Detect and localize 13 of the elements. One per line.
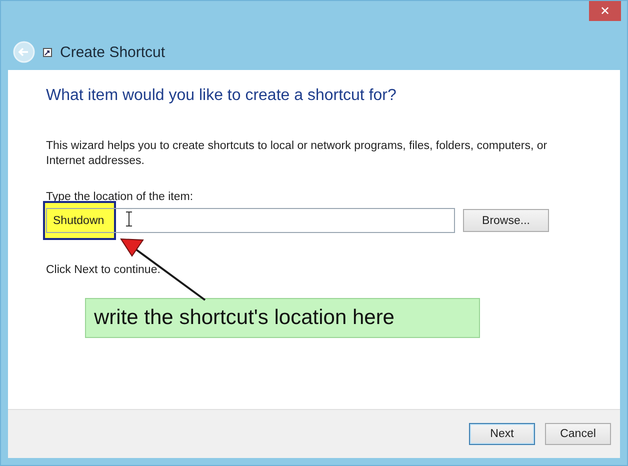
wizard-description: This wizard helps you to create shortcuts to local or network programs, files, folders, computers, or Internet addresses. — [46, 139, 548, 169]
location-field[interactable]: Shutdown — [46, 208, 455, 233]
hint-text: Click Next to continue. — [46, 264, 162, 276]
back-icon[interactable] — [13, 41, 35, 63]
close-button[interactable]: ✕ — [589, 1, 621, 21]
text-cursor-icon — [126, 211, 132, 227]
wizard-heading: What item would you like to create a shortcut for? — [46, 87, 398, 105]
window-title: Create Shortcut — [60, 44, 166, 60]
dialog-button[interactable]: Next — [469, 423, 535, 445]
browse-button[interactable]: Browse... — [463, 209, 549, 232]
shortcut-icon — [43, 48, 52, 56]
dialog-button[interactable]: Cancel — [545, 423, 611, 445]
annotation-callout: write the shortcut's location here — [85, 298, 480, 338]
